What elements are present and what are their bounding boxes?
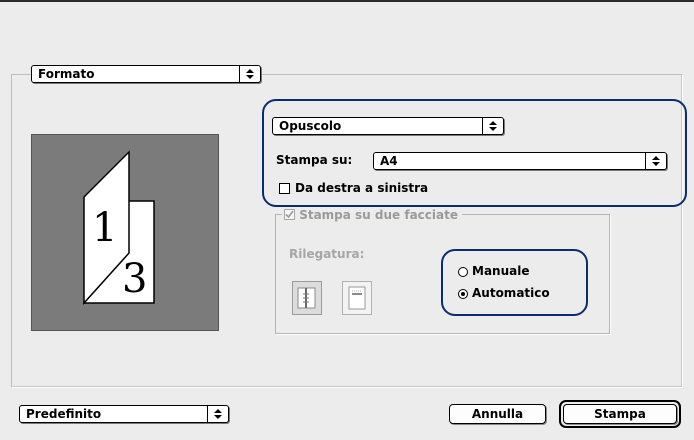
binding-top-icon [348,286,366,310]
window-top-edge [0,0,694,2]
popup-arrows-icon [207,406,228,422]
duplex-checkbox[interactable] [284,209,295,220]
duplex-title: Stampa su due facciate [299,208,458,222]
duplex-mode-highlight [441,249,588,316]
binding-left-icon [297,287,316,309]
duplex-group-title: Stampa su due facciate [282,207,462,223]
popup-arrows-icon [239,66,260,82]
radio-selected-dot [461,292,465,296]
paper-select[interactable]: A4 [373,152,667,170]
booklet-preview: 1 3 [31,134,219,331]
section-select-value: Formato [38,67,95,81]
rtl-checkbox[interactable] [279,183,290,194]
binding-top-button[interactable] [342,281,372,315]
page-number-front: 1 [92,205,117,251]
page-number-back: 3 [122,256,147,302]
print-button[interactable]: Stampa [563,404,677,424]
radio-manual[interactable] [458,267,468,277]
layout-type-select[interactable]: Opuscolo [272,117,504,135]
popup-arrows-icon [645,153,666,169]
paper-select-value: A4 [380,154,398,168]
binding-label: Rilegatura: [289,247,365,261]
binding-left-button[interactable] [292,281,322,315]
radio-automatic-label: Automatico [472,286,550,300]
radio-manual-label: Manuale [472,264,530,278]
preset-select-value: Predefinito [26,407,102,421]
paper-label: Stampa su: [276,153,353,167]
popup-arrows-icon [482,118,503,134]
rtl-label: Da destra a sinistra [295,181,429,195]
section-select[interactable]: Formato [31,65,261,83]
layout-type-value: Opuscolo [279,119,342,133]
cancel-button[interactable]: Annulla [449,404,546,424]
radio-automatic[interactable] [458,289,468,299]
preset-select[interactable]: Predefinito [19,405,229,423]
booklet-illustration: 1 3 [82,150,155,305]
